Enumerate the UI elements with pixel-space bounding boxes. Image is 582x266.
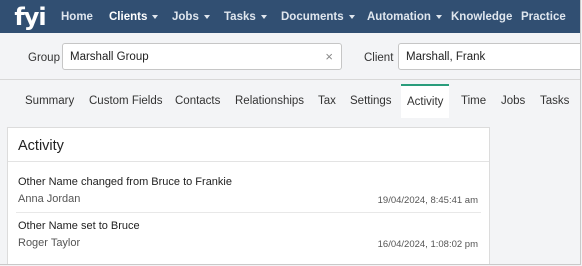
tab-custom-fields-label: Custom Fields (89, 95, 163, 107)
client-value: Marshall, Frank (406, 51, 486, 63)
client-tabs: Summary Custom Fields Contacts Relations… (0, 84, 580, 118)
nav-documents[interactable]: Documents (281, 0, 355, 33)
nav-knowledge-label: Knowledge (451, 10, 513, 23)
nav-automation[interactable]: Automation (367, 0, 442, 33)
activity-panel-title: Activity (18, 138, 64, 154)
group-value: Marshall Group (70, 51, 149, 63)
activity-panel: Activity Other Name changed from Bruce t… (7, 127, 490, 264)
tab-contacts-label: Contacts (175, 95, 221, 107)
tab-summary[interactable]: Summary (25, 84, 74, 118)
nav-clients-label: Clients (109, 10, 148, 23)
activity-entry: Other Name set to Bruce Roger Taylor 16/… (8, 220, 489, 264)
tab-activity[interactable]: Activity (401, 84, 450, 118)
nav-clients[interactable]: Clients (109, 0, 159, 33)
tab-relationships-label: Relationships (235, 95, 305, 107)
fyi-logo[interactable]: fyi (10, 1, 50, 32)
tab-custom-fields[interactable]: Custom Fields (89, 84, 163, 118)
tab-time[interactable]: Time (461, 84, 486, 118)
tab-settings[interactable]: Settings (350, 84, 392, 118)
tab-tax-label: Tax (318, 95, 336, 107)
chevron-down-icon (348, 14, 355, 19)
nav-automation-label: Automation (367, 10, 431, 23)
activity-user: Anna Jordan (18, 193, 81, 205)
tab-tasks[interactable]: Tasks (540, 84, 569, 118)
chevron-down-icon (435, 14, 442, 19)
top-nav: fyi Home Clients Jobs Tasks Documents Au… (0, 0, 580, 33)
tab-settings-label: Settings (350, 95, 392, 107)
tab-relationships[interactable]: Relationships (235, 84, 304, 118)
activity-timestamp: 19/04/2024, 8:45:41 am (377, 195, 478, 206)
activity-user: Roger Taylor (18, 237, 81, 249)
tab-time-label: Time (461, 95, 487, 107)
divider (16, 212, 481, 213)
nav-documents-label: Documents (281, 10, 344, 23)
nav-tasks-label: Tasks (224, 10, 256, 23)
group-label: Group (28, 52, 60, 64)
selector-bar: Group Marshall Group × Client Marshall, … (0, 33, 580, 80)
tab-summary-label: Summary (25, 95, 75, 107)
nav-tasks[interactable]: Tasks (224, 0, 267, 33)
nav-knowledge[interactable]: Knowledge (451, 0, 512, 33)
tab-tax[interactable]: Tax (318, 84, 336, 118)
chevron-down-icon (152, 14, 159, 19)
client-label: Client (364, 52, 394, 64)
activity-entry: Other Name changed from Bruce to Frankie… (8, 176, 489, 220)
nav-home-label: Home (61, 10, 93, 23)
nav-practice-label: Practice (521, 10, 566, 23)
nav-jobs[interactable]: Jobs (172, 0, 210, 33)
nav-practice[interactable]: Practice (521, 0, 566, 33)
chevron-down-icon (203, 14, 210, 19)
activity-text: Other Name set to Bruce (18, 220, 140, 232)
activity-timestamp: 16/04/2024, 1:08:02 pm (377, 239, 478, 250)
client-select[interactable]: Marshall, Frank (398, 43, 580, 70)
divider (8, 161, 489, 162)
tab-tasks-label: Tasks (540, 95, 570, 107)
tab-contacts[interactable]: Contacts (175, 84, 220, 118)
group-select[interactable]: Marshall Group × (62, 43, 342, 70)
app-frame: fyi Home Clients Jobs Tasks Documents Au… (0, 0, 581, 265)
nav-home[interactable]: Home (61, 0, 93, 33)
tab-jobs[interactable]: Jobs (501, 84, 525, 118)
close-icon[interactable]: × (325, 49, 333, 64)
logo-text: fyi (14, 2, 46, 31)
tab-jobs-label: Jobs (501, 95, 526, 107)
activity-text: Other Name changed from Bruce to Frankie (18, 176, 232, 188)
nav-jobs-label: Jobs (172, 10, 199, 23)
chevron-down-icon (260, 14, 267, 19)
tab-activity-label: Activity (407, 96, 444, 108)
